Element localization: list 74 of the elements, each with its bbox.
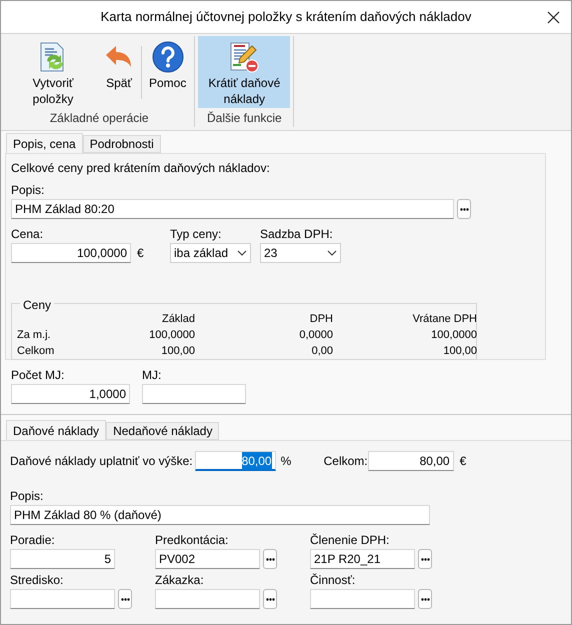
input-field[interactable]: 80,00 [194,451,276,471]
field-label: Popis: [11,183,46,197]
ribbon-button[interactable]: Krátiť daňové náklady [198,36,290,108]
input-field[interactable]: PHM Základ 80 % (daňové) [10,505,430,525]
browse-button[interactable] [263,589,277,609]
currency-label: € [137,245,144,262]
input-field[interactable]: 1,0000 [11,384,130,404]
input-field[interactable]: PHM Základ 80:20 [11,199,454,219]
field-label: Celkové ceny pred krátením daňových nákladov: [11,161,271,175]
table-cell-text: 0,0000 [298,328,333,343]
column-header: Vrátane DPH [412,312,477,327]
ribbon-button[interactable]: Späť [99,36,139,108]
ribbon-button[interactable]: Pomoc [144,36,192,108]
ellipsis-icon [120,598,130,600]
column-header: Základ [160,312,195,327]
browse-button[interactable] [457,199,471,219]
table-cell-text: 100,0000 [148,328,195,343]
close-button[interactable] [545,9,561,25]
document-pencil-icon [228,41,260,73]
help-icon [152,41,184,73]
field-label: Členenie DPH: [310,533,390,547]
browse-button[interactable] [418,549,432,569]
input-field[interactable]: 100,0000 [11,243,131,263]
field-label: Počet MJ: [11,368,66,382]
group-label: Základné operácie [50,110,149,127]
tab[interactable]: Popis, cena [6,133,83,153]
field-label: Popis: [10,489,44,503]
currency-label: € [460,453,466,470]
input-field[interactable] [142,384,246,404]
chevron-down-icon [237,250,247,256]
input-field[interactable]: 80,00 [368,451,454,471]
tab[interactable]: Podrobnosti [82,135,161,153]
field-label: Stredisko: [10,573,64,587]
row-label: Celkom [17,344,56,359]
field-label: MJ: [142,368,162,382]
field-label: Cena: [11,227,44,241]
input-field[interactable]: 21P R20_21 [310,549,415,569]
browse-button[interactable] [418,589,432,609]
input-field[interactable] [10,589,115,609]
column-header: DPH [308,312,333,327]
browse-button[interactable] [263,549,277,569]
chevron-down-icon [327,250,337,256]
table-cell-text: 100,00 [160,344,195,359]
browse-button[interactable] [118,589,132,609]
ellipsis-icon [266,558,274,560]
close-icon [546,10,560,24]
input-field[interactable]: 5 [10,549,115,569]
field-label: Poradie: [10,533,56,547]
field-label: Daňové náklady uplatniť vo výške: [10,454,193,468]
table-cell-text: 0,00 [310,344,333,359]
table-cell-text: 100,00 [442,344,477,359]
field-label: Typ ceny: [170,227,222,241]
input-field[interactable] [310,589,415,609]
ribbon-button[interactable]: Vytvoriť položky [7,36,99,108]
field-label: Predkontácia: [155,533,230,547]
field-label: Celkom: [324,454,368,468]
input-field[interactable] [155,589,260,609]
row-label: Za m.j. [17,328,52,343]
table-cell-text: 100,0000 [430,328,477,343]
dropdown[interactable]: iba základ [170,243,251,263]
tab[interactable]: Daňové náklady [6,420,106,440]
ellipsis-icon [460,208,468,210]
ellipsis-icon [266,598,274,600]
ellipsis-icon [420,558,430,560]
dropdown[interactable]: 23 [260,243,341,263]
group-label: Ďalšie funkcie [207,110,282,127]
field-label: Činnosť: [310,573,356,587]
percent-label: % [280,453,292,470]
ellipsis-icon [420,598,430,600]
window-title: Karta normálnej účtovnej položky s krátením daňových nákladov [100,8,472,26]
field-label: Zákazka: [155,573,205,587]
field-label: Sadzba DPH: [260,227,334,241]
input-field[interactable]: PV002 [155,549,260,569]
tab[interactable]: Nedaňové náklady [106,422,220,440]
